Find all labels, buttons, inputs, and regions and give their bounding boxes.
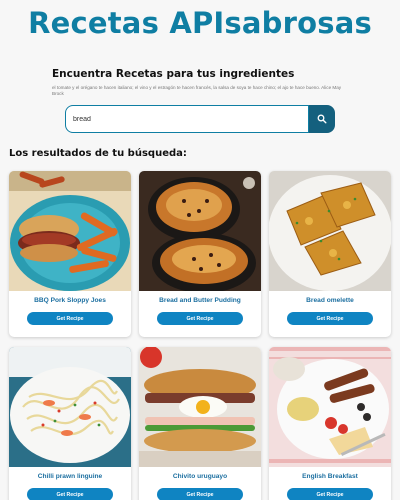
recipe-image-english-breakfast <box>269 347 391 467</box>
search-input[interactable] <box>65 105 309 133</box>
recipe-card: English Breakfast Get Recipe <box>269 347 391 500</box>
search-button[interactable] <box>309 105 335 133</box>
recipe-image-bread-pudding <box>139 171 261 291</box>
recipe-card: Chivito uruguayo Get Recipe <box>139 347 261 500</box>
app-title: Recetas APIsabrosas <box>28 6 372 40</box>
get-recipe-button[interactable]: Get Recipe <box>287 488 373 500</box>
get-recipe-button[interactable]: Get Recipe <box>157 488 243 500</box>
recipe-image-chivito <box>139 347 261 467</box>
recipe-name: Chivito uruguayo <box>172 473 228 480</box>
get-recipe-button[interactable]: Get Recipe <box>287 312 373 325</box>
get-recipe-button[interactable]: Get Recipe <box>27 488 113 500</box>
recipe-image-sloppy-joes <box>9 171 131 291</box>
recipe-card: Chilli prawn linguine Get Recipe <box>9 347 131 500</box>
recipe-name: Bread and Butter Pudding <box>159 297 241 304</box>
search-section-title: Encuentra Recetas para tus ingredientes <box>52 68 295 80</box>
recipe-image-prawn-linguine <box>9 347 131 467</box>
search-icon <box>317 114 327 124</box>
quote-text: el tomate y el orégano te hacen italiano… <box>52 85 342 96</box>
get-recipe-button[interactable]: Get Recipe <box>27 312 113 325</box>
recipe-name: English Breakfast <box>302 473 358 480</box>
recipe-image-bread-omelette <box>269 171 391 291</box>
recipe-name: Chilli prawn linguine <box>37 473 103 480</box>
recipe-card: BBQ Pork Sloppy Joes Get Recipe <box>9 171 131 337</box>
recipe-card: Bread omelette Get Recipe <box>269 171 391 337</box>
search-bar <box>65 105 335 133</box>
recipe-name: Bread omelette <box>306 297 354 304</box>
recipe-name: BBQ Pork Sloppy Joes <box>34 297 106 304</box>
results-title: Los resultados de tu búsqueda: <box>9 148 187 159</box>
get-recipe-button[interactable]: Get Recipe <box>157 312 243 325</box>
recipe-card: Bread and Butter Pudding Get Recipe <box>139 171 261 337</box>
